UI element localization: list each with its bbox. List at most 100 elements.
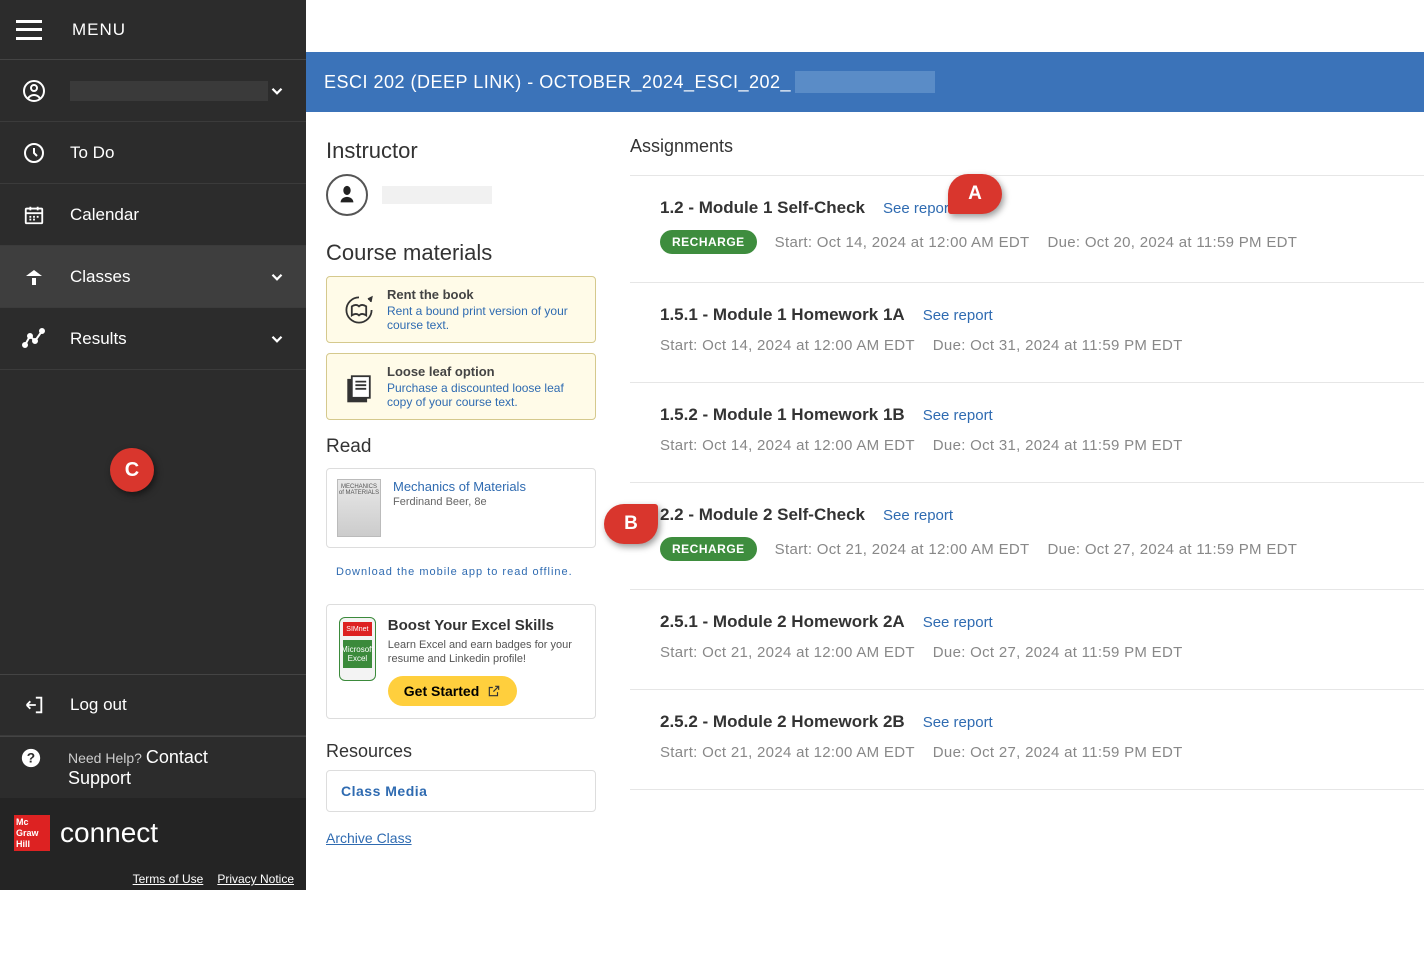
help-title: Need Help? [68, 750, 142, 766]
simnet-badge-icon: SIMnet Microsoft Excel [339, 617, 376, 681]
sidebar-item-label: Results [70, 329, 268, 349]
svg-text:?: ? [27, 751, 35, 766]
instructor-name-redacted [382, 186, 492, 204]
loose-title: Loose leaf option [387, 364, 585, 379]
recharge-badge: RECHARGE [660, 537, 757, 561]
see-report-link[interactable]: See report [923, 614, 993, 631]
assignment-row[interactable]: 2.2 - Module 2 Self-Check See report RECHA… [630, 483, 1424, 590]
lamp-icon [20, 265, 48, 289]
assignment-title: 1.2 - Module 1 Self-Check [660, 198, 865, 218]
rent-subtitle: Rent a bound print version of your cours… [387, 304, 585, 332]
top-bar [306, 0, 1424, 52]
simnet-subtitle: Learn Excel and earn badges for your res… [388, 638, 583, 666]
sidebar-item-classes[interactable]: Classes [0, 246, 306, 308]
sidebar-item-profile[interactable] [0, 60, 306, 122]
brand-row: Mc Graw Hill connect [0, 798, 306, 868]
materials-heading: Course materials [326, 240, 596, 266]
assignment-row[interactable]: 2.5.1 - Module 2 Homework 2A See report St… [630, 590, 1424, 690]
rent-title: Rent the book [387, 287, 585, 302]
loose-subtitle: Purchase a discounted loose leaf copy of… [387, 381, 585, 409]
logout-icon [20, 694, 48, 716]
instructor-heading: Instructor [326, 138, 596, 164]
assignment-due: Due: Oct 27, 2024 at 11:59 PM EDT [933, 744, 1183, 761]
assignments-panel: Assignments 1.2 - Module 1 Self-Check See… [610, 112, 1424, 892]
see-report-link[interactable]: See report [923, 714, 993, 731]
ebook-card[interactable]: MECHANICS of MATERIALS Mechanics of Mate… [326, 468, 596, 548]
course-info-panel: Instructor Course materials Rent the boo… [306, 112, 610, 892]
assignment-start: Start: Oct 14, 2024 at 12:00 AM EDT [775, 234, 1030, 251]
book-cycle-icon [337, 287, 381, 332]
chevron-down-icon [268, 268, 286, 286]
assignment-title: 1.5.1 - Module 1 Homework 1A [660, 305, 905, 325]
chevron-down-icon [268, 82, 286, 100]
ebook-thumbnail: MECHANICS of MATERIALS [337, 479, 381, 537]
sidebar-item-logout[interactable]: Log out [0, 674, 306, 736]
chevron-down-icon [268, 330, 286, 348]
sidebar-item-help[interactable]: ? Need Help? Contact Support [0, 736, 306, 798]
assignment-due: Due: Oct 31, 2024 at 11:59 PM EDT [933, 437, 1183, 454]
profile-name-redacted [70, 81, 268, 101]
assignment-start: Start: Oct 21, 2024 at 12:00 AM EDT [660, 644, 915, 661]
assignment-row[interactable]: 1.5.1 - Module 1 Homework 1ASee reportSt… [630, 283, 1424, 383]
loose-leaf-card[interactable]: Loose leaf option Purchase a discounted … [326, 353, 596, 420]
assignment-row[interactable]: 1.5.2 - Module 1 Homework 1BSee reportSt… [630, 383, 1424, 483]
sidebar-item-label: Classes [70, 267, 268, 287]
assignment-due: Due: Oct 27, 2024 at 11:59 PM EDT [933, 644, 1183, 661]
assignments-heading: Assignments [630, 136, 1424, 157]
privacy-link[interactable]: Privacy Notice [217, 872, 294, 886]
archive-class-link[interactable]: Archive Class [326, 830, 412, 846]
calendar-icon [20, 204, 48, 226]
recharge-badge: RECHARGE [660, 230, 757, 254]
see-report-link[interactable]: See report [923, 307, 993, 324]
assignment-title: 2.5.2 - Module 2 Homework 2B [660, 712, 905, 732]
sidebar-item-label: To Do [70, 143, 286, 163]
course-title: ESCI 202 (DEEP LINK) - OCTOBER_2024_ESCI… [324, 72, 791, 93]
assignment-row[interactable]: 2.5.2 - Module 2 Homework 2B See report St… [630, 690, 1424, 790]
ebook-author: Ferdinand Beer, 8e [393, 496, 526, 508]
rent-book-card[interactable]: Rent the book Rent a bound print version… [326, 276, 596, 343]
pages-icon [337, 364, 381, 409]
assignments-list: 1.2 - Module 1 Self-Check See report RECHA… [630, 175, 1424, 790]
callout-marker-b: B [604, 504, 658, 544]
help-icon: ? [20, 747, 42, 772]
results-icon [20, 327, 48, 351]
assignment-title: 2.2 - Module 2 Self-Check [660, 505, 865, 525]
menu-label: MENU [72, 20, 126, 40]
assignment-title: 2.5.1 - Module 2 Homework 2A [660, 612, 905, 632]
sidebar-item-calendar[interactable]: Calendar [0, 184, 306, 246]
see-report-link[interactable]: See report [883, 507, 953, 524]
simnet-card: SIMnet Microsoft Excel Boost Your Excel … [326, 604, 596, 719]
download-app-link[interactable]: Download the mobile app to read offline. [336, 564, 596, 580]
read-heading: Read [326, 436, 596, 458]
course-title-redacted [795, 71, 935, 93]
legal-links: Terms of Use Privacy Notice [0, 868, 306, 890]
callout-marker-a: A [948, 174, 1002, 214]
assignment-due: Due: Oct 27, 2024 at 11:59 PM EDT [1047, 541, 1297, 558]
sidebar-item-results[interactable]: Results [0, 308, 306, 370]
hamburger-icon[interactable] [16, 20, 42, 40]
resources-heading: Resources [326, 741, 596, 762]
assignment-title: 1.5.2 - Module 1 Homework 1B [660, 405, 905, 425]
user-icon [20, 79, 48, 103]
class-media-link[interactable]: Class Media [326, 770, 596, 812]
assignment-start: Start: Oct 21, 2024 at 12:00 AM EDT [660, 744, 915, 761]
assignment-due: Due: Oct 20, 2024 at 11:59 PM EDT [1047, 234, 1297, 251]
brand-box: Mc Graw Hill [14, 815, 50, 851]
sidebar-item-todo[interactable]: To Do [0, 122, 306, 184]
ebook-title: Mechanics of Materials [393, 479, 526, 494]
sidebar-item-label: Log out [70, 695, 286, 715]
avatar [326, 174, 368, 216]
course-header: ESCI 202 (DEEP LINK) - OCTOBER_2024_ESCI… [306, 52, 1424, 112]
get-started-button[interactable]: Get Started [388, 676, 517, 706]
terms-link[interactable]: Terms of Use [133, 872, 204, 886]
simnet-title: Boost Your Excel Skills [388, 617, 583, 634]
assignment-start: Start: Oct 21, 2024 at 12:00 AM EDT [775, 541, 1030, 558]
brand-text: connect [60, 817, 158, 849]
assignment-due: Due: Oct 31, 2024 at 11:59 PM EDT [933, 337, 1183, 354]
callout-marker-c: C [110, 448, 154, 492]
see-report-link[interactable]: See report [883, 200, 953, 217]
assignment-row[interactable]: 1.2 - Module 1 Self-Check See report RECHA… [630, 176, 1424, 283]
instructor-row [326, 174, 596, 216]
see-report-link[interactable]: See report [923, 407, 993, 424]
clock-icon [20, 141, 48, 165]
